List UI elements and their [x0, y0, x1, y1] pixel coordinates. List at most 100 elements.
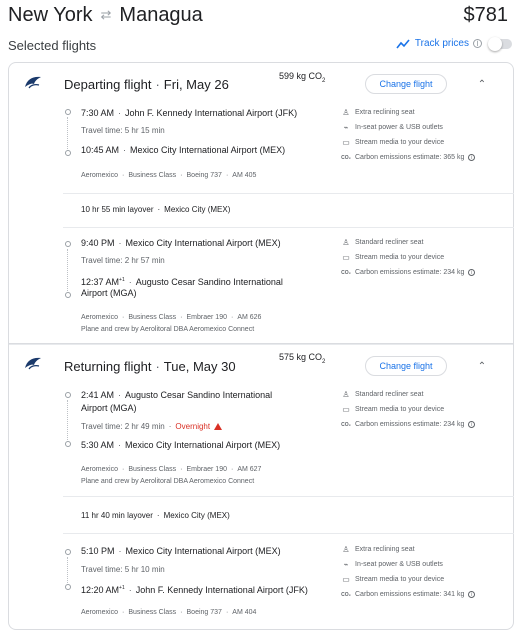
departing-title: Departing flight · Fri, May 26 — [64, 77, 229, 92]
arrival-line: 12:20 AM+1 · John F. Kennedy International… — [81, 585, 308, 595]
timeline-destination-dot — [65, 441, 71, 447]
seat-icon: ♙ — [342, 107, 350, 117]
stream-icon: ▭ — [342, 574, 350, 584]
stream-icon: ▭ — [342, 252, 350, 262]
divider — [63, 227, 514, 228]
flight-meta: Aeromexico · Business Class · Boeing 737 · AM … — [81, 609, 257, 616]
amenities-list: ♙ Standard recliner seat ▭ Stream media to… — [341, 235, 476, 280]
amenity-item: ⌁ In-seat power & USB outlets — [341, 557, 475, 572]
info-icon[interactable]: i — [473, 39, 482, 48]
chevron-up-icon[interactable]: ⌃ — [477, 362, 487, 372]
timeline-origin-dot — [65, 549, 71, 555]
layover-info: 10 hr 55 min layover · Mexico City (MEX) — [81, 205, 231, 214]
departure-line: 7:30 AM · John F. Kennedy International Ai… — [81, 108, 298, 118]
flight-meta: Aeromexico · Business Class · Embraer 190 · AM… — [81, 466, 262, 473]
arrival-line: 5:30 AM · Mexico City International Airpor… — [81, 440, 281, 450]
arrival-airport-continued: Airport (MGA) — [81, 288, 137, 298]
timeline-origin-dot — [65, 109, 71, 115]
travel-time: Travel time: 5 hr 10 min — [81, 565, 165, 574]
segment-timeline — [65, 109, 71, 157]
track-prices[interactable]: Track prices i — [396, 36, 512, 51]
warning-icon — [214, 423, 223, 430]
operator-info: Plane and crew by Aerolitoral DBA Aerome… — [81, 326, 255, 333]
co2-icon: CO₂ — [341, 269, 351, 276]
segment-timeline — [65, 549, 71, 590]
selected-flights-label: Selected flights — [8, 38, 97, 53]
info-icon[interactable]: i — [468, 269, 476, 276]
stream-icon: ▭ — [342, 137, 350, 147]
divider — [63, 496, 514, 497]
departure-line: 2:41 AM · Augusto Cesar Sandino Internatio… — [81, 390, 273, 400]
aeromexico-logo-icon — [25, 357, 41, 370]
stream-icon: ▭ — [342, 404, 350, 414]
power-icon: ⌁ — [343, 559, 349, 569]
timeline-origin-dot — [65, 241, 71, 247]
returning-co2: 575 kg CO2 — [279, 352, 326, 365]
trend-icon — [396, 38, 410, 48]
amenity-item: ♙ Standard recliner seat — [342, 237, 424, 247]
destination-city: Managua — [119, 4, 203, 26]
seat-icon: ♙ — [342, 237, 350, 247]
total-price: $781 — [463, 4, 509, 26]
returning-date: Tue, May 30 — [163, 359, 236, 374]
co2-icon: CO₂ — [341, 421, 351, 428]
amenity-item: ▭ Stream media to your device — [342, 137, 445, 147]
departure-airport-continued: Airport (MGA) — [81, 403, 137, 413]
departing-date: Fri, May 26 — [163, 77, 229, 92]
returning-flight-card: Returning flight · Tue, May 30 575 kg CO2 … — [8, 344, 514, 630]
layover-info: 11 hr 40 min layover · Mexico City (MEX) — [81, 511, 230, 520]
aeromexico-logo-icon — [25, 76, 41, 89]
origin-city: New York — [8, 4, 93, 26]
timeline-destination-dot — [65, 584, 71, 590]
change-departing-flight-button[interactable]: Change flight — [365, 74, 447, 94]
departing-flight-card: Departing flight · Fri, May 26 599 kg CO2 … — [8, 62, 514, 344]
power-icon: ⌁ — [343, 122, 349, 132]
amenity-item: ♙ Extra reclining seat — [342, 107, 415, 117]
travel-time: Travel time: 5 hr 15 min — [81, 126, 165, 135]
trip-header: New York ⇄ Managua $781 — [8, 2, 514, 30]
departure-line: 9:40 PM · Mexico City International Airpor… — [81, 238, 281, 248]
seat-icon: ♙ — [342, 544, 350, 554]
amenity-item: CO₂ Carbon emissions estimate: 341 kg i — [341, 587, 476, 602]
swap-icon[interactable]: ⇄ — [101, 2, 112, 28]
divider — [9, 344, 513, 345]
track-prices-label[interactable]: Track prices — [415, 38, 469, 49]
flight-meta: Aeromexico · Business Class · Boeing 737 · AM … — [81, 172, 257, 179]
info-icon[interactable]: i — [468, 421, 476, 428]
change-returning-flight-button[interactable]: Change flight — [365, 356, 447, 376]
returning-title: Returning flight · Tue, May 30 — [64, 359, 236, 374]
flight-meta: Aeromexico · Business Class · Embraer 190 · AM… — [81, 314, 262, 321]
amenities-list: ♙ Extra reclining seat ⌁ In-seat power & U… — [341, 105, 476, 165]
operator-info: Plane and crew by Aerolitoral DBA Aerome… — [81, 478, 255, 485]
travel-time: Travel time: 2 hr 49 min · Overnight — [81, 421, 223, 432]
timeline-destination-dot — [65, 292, 71, 298]
amenity-item: ♙ Extra reclining seat — [342, 544, 415, 554]
amenities-list: ♙ Standard recliner seat ▭ Stream media to… — [341, 387, 476, 432]
amenity-item: CO₂ Carbon emissions estimate: 234 kg i — [341, 265, 476, 280]
departure-line: 5:10 PM · Mexico City International Airpor… — [81, 546, 281, 556]
timeline-destination-dot — [65, 150, 71, 156]
chevron-up-icon[interactable]: ⌃ — [477, 80, 487, 90]
amenity-item: ▭ Stream media to your device — [342, 404, 445, 414]
divider — [63, 193, 514, 194]
divider — [63, 533, 514, 534]
overnight-label: Overnight — [175, 422, 211, 431]
co2-icon: CO₂ — [341, 591, 351, 598]
info-icon[interactable]: i — [468, 591, 476, 598]
seat-icon: ♙ — [342, 389, 350, 399]
departing-co2: 599 kg CO2 — [279, 71, 326, 84]
info-icon[interactable]: i — [468, 154, 476, 161]
track-prices-toggle[interactable] — [488, 36, 512, 51]
amenity-item: ⌁ In-seat power & USB outlets — [341, 120, 475, 135]
segment-timeline — [65, 241, 71, 299]
arrival-line: 10:45 AM · Mexico City International Airpo… — [81, 145, 286, 155]
timeline-origin-dot — [65, 392, 71, 398]
travel-time: Travel time: 2 hr 57 min — [81, 256, 165, 265]
amenities-list: ♙ Extra reclining seat ⌁ In-seat power & U… — [341, 542, 476, 602]
amenity-item: CO₂ Carbon emissions estimate: 234 kg i — [341, 417, 476, 432]
amenity-item: ♙ Standard recliner seat — [342, 389, 424, 399]
route-title: New York ⇄ Managua — [8, 2, 203, 28]
segment-timeline — [65, 392, 71, 448]
amenity-item: ▭ Stream media to your device — [342, 574, 445, 584]
amenity-item: ▭ Stream media to your device — [342, 252, 445, 262]
